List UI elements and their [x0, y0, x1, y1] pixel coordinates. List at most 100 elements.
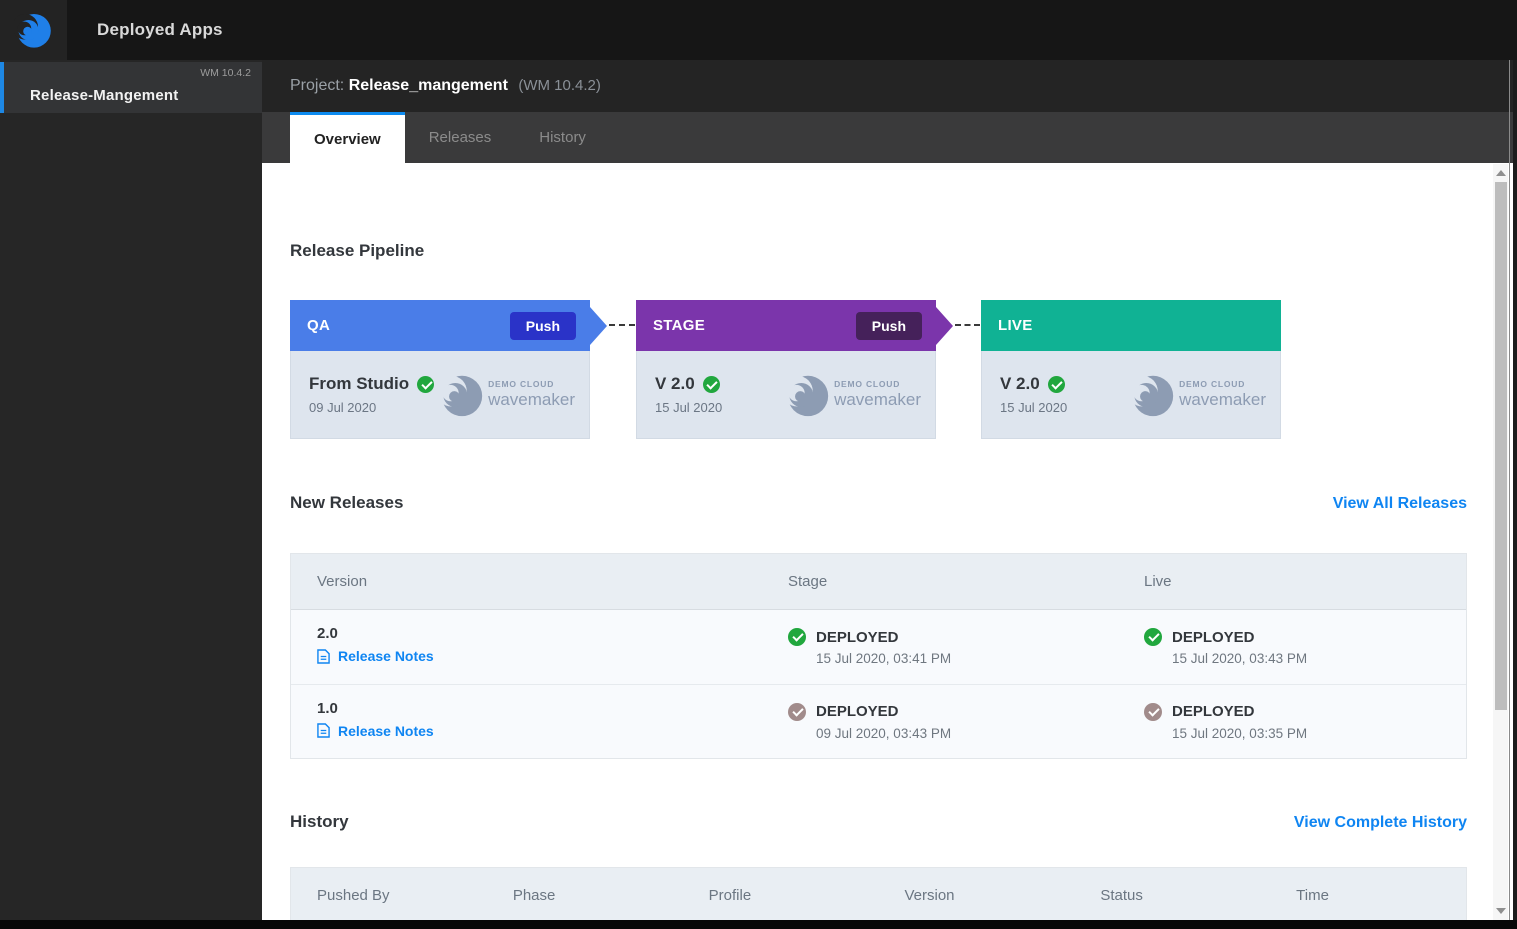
view-complete-history-link[interactable]: View Complete History	[1294, 814, 1467, 832]
document-icon	[317, 649, 330, 664]
column-header-stage: Stage	[788, 573, 828, 590]
pipeline-version: V 2.0	[655, 374, 695, 393]
demo-cloud-text: DEMO CLOUD	[1179, 379, 1246, 389]
window-edge	[1513, 60, 1517, 929]
project-header: Project: Release_mangement (WM 10.4.2)	[262, 60, 1517, 112]
column-header-version: Version	[317, 573, 368, 590]
stage-time: 15 Jul 2020, 03:41 PM	[816, 651, 952, 666]
pipeline-stage-name: QA	[307, 317, 331, 334]
column-header-profile: Profile	[708, 887, 752, 904]
push-button-qa[interactable]: Push	[509, 311, 576, 340]
new-releases-table-header: Version Stage Live	[291, 554, 1466, 610]
pipeline-arrow-icon	[590, 306, 607, 345]
wavemaker-text: wavemaker	[834, 390, 921, 409]
sidebar: WM 10.4.2 Release-Mangement	[0, 60, 262, 920]
release-notes-link[interactable]: Release Notes	[317, 723, 434, 739]
scrollbar-thumb[interactable]	[1494, 182, 1507, 710]
release-version: 1.0	[317, 699, 338, 717]
page-title: Deployed Apps	[97, 20, 223, 39]
wavemaker-logo-icon	[438, 375, 483, 416]
window-edge	[1509, 60, 1510, 929]
top-bar: Deployed Apps	[0, 0, 1517, 60]
wavemaker-logo-icon	[784, 375, 829, 416]
sidebar-project-version: WM 10.4.2	[200, 67, 251, 79]
pipeline-card-live: LIVE V 2.0 15 Jul 2020 DEMO CLOUD wavema…	[981, 300, 1281, 439]
main-content: Release Pipeline QA Push From Studio 09 …	[262, 163, 1517, 920]
pipeline-card-live-header: LIVE	[981, 300, 1281, 351]
pipeline-date: 15 Jul 2020	[655, 400, 723, 415]
demo-cloud-text: DEMO CLOUD	[834, 379, 901, 389]
stage-status: DEPLOYED	[816, 628, 899, 646]
document-icon	[317, 723, 330, 738]
bottom-bar	[0, 920, 1517, 929]
pipeline-date: 09 Jul 2020	[309, 400, 377, 415]
history-table-header: Pushed By Phase Profile Version Status T…	[291, 868, 1466, 920]
column-header-phase: Phase	[512, 887, 556, 904]
column-header-status: Status	[1100, 887, 1143, 904]
table-row: 1.0 Release Notes DEPLOYED 09 Jul 2020, …	[291, 684, 1466, 758]
column-header-version: Version	[904, 887, 955, 904]
demo-cloud-logo: DEMO CLOUD wavemaker	[438, 371, 575, 419]
pipeline-card-qa-body: From Studio 09 Jul 2020 DEMO CLOUD wavem…	[290, 351, 590, 439]
wavemaker-logo-icon	[1129, 375, 1174, 416]
demo-cloud-text: DEMO CLOUD	[488, 379, 555, 389]
live-status: DEPLOYED	[1172, 628, 1255, 646]
column-header-time: Time	[1296, 887, 1329, 904]
check-icon	[788, 628, 806, 646]
pipeline-card-live-body: V 2.0 15 Jul 2020 DEMO CLOUD wavemaker	[981, 351, 1281, 439]
tab-releases[interactable]: Releases	[405, 112, 516, 163]
sidebar-item-project[interactable]: WM 10.4.2 Release-Mangement	[0, 62, 262, 113]
pipeline-version: V 2.0	[1000, 374, 1040, 393]
tab-overview[interactable]: Overview	[290, 112, 405, 163]
vertical-scrollbar[interactable]	[1493, 164, 1508, 920]
check-icon	[788, 702, 806, 721]
tab-history[interactable]: History	[515, 112, 610, 163]
wavemaker-text: wavemaker	[488, 390, 575, 409]
wavemaker-text: wavemaker	[1179, 390, 1266, 409]
wavemaker-logo-icon	[13, 14, 51, 48]
pipeline-arrow-icon	[936, 306, 953, 345]
check-icon	[1144, 628, 1162, 646]
project-label: Project:	[290, 77, 345, 94]
project-name: Release_mangement	[348, 77, 508, 94]
pipeline-card-stage: STAGE Push V 2.0 15 Jul 2020 DEMO CLOUD …	[636, 300, 953, 439]
new-releases-table: Version Stage Live 2.0 Release Notes DEP…	[290, 553, 1467, 759]
table-row: 2.0 Release Notes DEPLOYED 15 Jul 2020, …	[291, 610, 1466, 684]
column-header-pushed-by: Pushed By	[317, 887, 390, 904]
stage-time: 09 Jul 2020, 03:43 PM	[816, 725, 952, 741]
pipeline-card-qa-header: QA Push	[290, 300, 607, 351]
pipeline-date: 15 Jul 2020	[1000, 400, 1068, 415]
check-icon	[417, 375, 435, 393]
sidebar-project-label: Release-Mangement	[30, 87, 179, 104]
live-status: DEPLOYED	[1172, 703, 1255, 720]
history-table: Pushed By Phase Profile Version Status T…	[290, 867, 1467, 920]
release-notes-link[interactable]: Release Notes	[317, 648, 434, 664]
history-title: History	[290, 812, 349, 831]
pipeline-stage-name: LIVE	[998, 317, 1033, 334]
release-pipeline-title: Release Pipeline	[290, 241, 425, 260]
tab-bar: Overview Releases History	[262, 112, 1517, 163]
column-header-live: Live	[1144, 573, 1172, 590]
release-pipeline: QA Push From Studio 09 Jul 2020 DEMO CLO…	[290, 300, 1467, 439]
scroll-down-arrow-icon[interactable]	[1493, 904, 1508, 918]
pipeline-card-stage-header: STAGE Push	[636, 300, 953, 351]
push-button-stage[interactable]: Push	[855, 311, 922, 340]
new-releases-title: New Releases	[290, 493, 404, 512]
view-all-releases-link[interactable]: View All Releases	[1333, 495, 1467, 513]
stage-status: DEPLOYED	[816, 703, 899, 720]
pipeline-version: From Studio	[309, 374, 410, 393]
check-icon	[702, 375, 720, 393]
pipeline-card-qa: QA Push From Studio 09 Jul 2020 DEMO CLO…	[290, 300, 607, 439]
demo-cloud-logo: DEMO CLOUD wavemaker	[784, 371, 921, 419]
live-time: 15 Jul 2020, 03:43 PM	[1172, 651, 1308, 666]
check-icon	[1144, 702, 1162, 721]
project-version: (WM 10.4.2)	[518, 77, 601, 94]
release-version: 2.0	[317, 625, 338, 643]
pipeline-connector	[955, 324, 980, 326]
pipeline-stage-name: STAGE	[653, 317, 706, 334]
pipeline-card-stage-body: V 2.0 15 Jul 2020 DEMO CLOUD wavemaker	[636, 351, 936, 439]
check-icon	[1047, 375, 1065, 393]
live-time: 15 Jul 2020, 03:35 PM	[1172, 725, 1308, 741]
scroll-up-arrow-icon[interactable]	[1493, 166, 1508, 180]
app-logo	[0, 0, 67, 60]
